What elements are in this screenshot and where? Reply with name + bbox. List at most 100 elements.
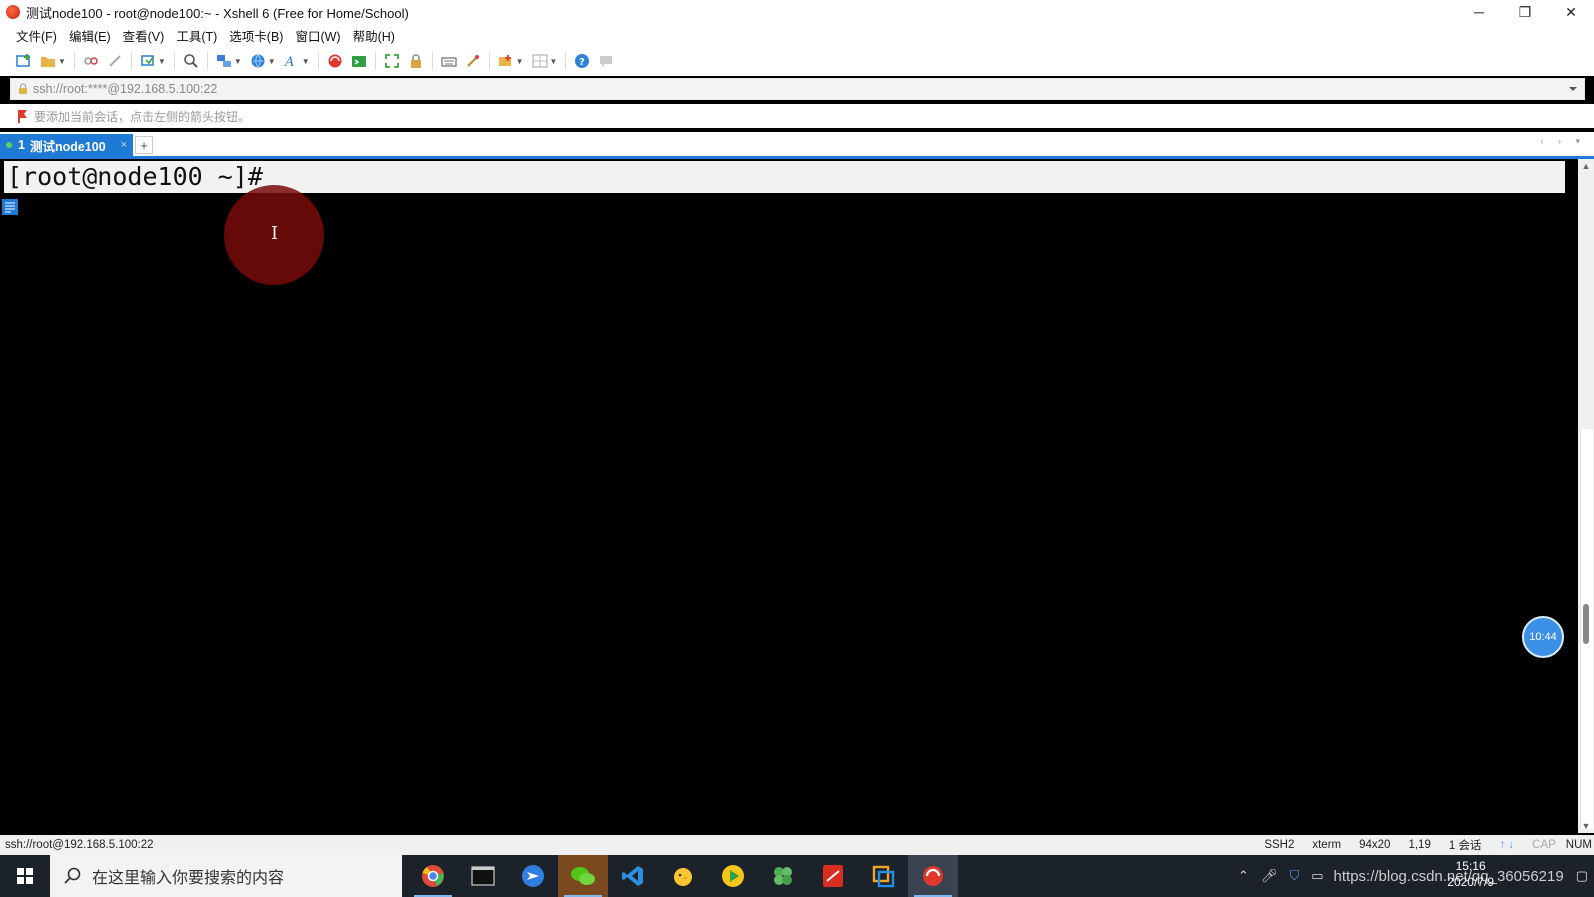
status-terminal-type: xterm: [1312, 839, 1342, 851]
vscode-app-icon[interactable]: [608, 855, 658, 897]
tab-close-icon[interactable]: ×: [121, 139, 127, 151]
clock-time: 15:16: [1455, 859, 1486, 873]
layout-dropdown-icon[interactable]: ▼: [550, 57, 558, 66]
scrollbar-grip[interactable]: [1583, 604, 1589, 644]
window-controls: ─ ❐ ✕: [1456, 0, 1594, 24]
menu-help[interactable]: 帮助(H): [347, 26, 401, 45]
terminal-area[interactable]: [root@node100 ~]# I: [0, 159, 1578, 833]
open-dropdown-icon[interactable]: ▼: [58, 57, 66, 66]
connected-status-icon: [6, 142, 12, 148]
notification-icon[interactable]: ▢: [1576, 868, 1588, 884]
windows-taskbar: 在这里输入你要搜索的内容 ⌃ 🎤︎ ⛉ ▭ https://blog.csdn.…: [0, 855, 1594, 897]
toolbar-separator: [317, 52, 319, 70]
status-cursor: 1,19: [1408, 839, 1431, 851]
font-icon[interactable]: A: [283, 52, 301, 70]
xftp-icon[interactable]: [326, 52, 344, 70]
transfer-arrows-icon: ↑ ↓: [1499, 839, 1515, 851]
address-bar[interactable]: ssh://root:****@192.168.5.100:22: [10, 78, 1585, 100]
toolbar-separator: [130, 52, 132, 70]
fullscreen-icon[interactable]: [383, 52, 401, 70]
toolbar-separator: [173, 52, 175, 70]
tab-bar: 1 测试node100 × + ‹ › ▾: [0, 132, 1594, 159]
menu-file[interactable]: 文件(F): [10, 26, 63, 45]
compose-dropdown-icon[interactable]: ▼: [516, 57, 524, 66]
network-icon[interactable]: ▭: [1311, 868, 1323, 884]
taskbar-clock[interactable]: 15:16 2020/7/9: [1447, 858, 1494, 890]
bird-app-icon[interactable]: [508, 855, 558, 897]
clock-date: 2020/7/9: [1447, 875, 1494, 889]
transfer-icon[interactable]: [215, 52, 233, 70]
start-button[interactable]: [0, 855, 50, 897]
add-tab-button[interactable]: +: [135, 136, 153, 154]
chat-icon[interactable]: [597, 52, 615, 70]
player-app-icon[interactable]: [708, 855, 758, 897]
recording-timer: 10:44: [1522, 616, 1564, 658]
wechat-app-icon[interactable]: [558, 855, 608, 897]
tab-navigation[interactable]: ‹ › ▾: [1540, 136, 1586, 147]
script-icon[interactable]: [464, 52, 482, 70]
status-connection: ssh://root@192.168.5.100:22: [5, 839, 154, 851]
reconnect-dropdown-icon[interactable]: ▼: [158, 57, 166, 66]
menu-edit[interactable]: 编辑(E): [63, 26, 117, 45]
close-button[interactable]: ✕: [1548, 0, 1594, 24]
compose-icon[interactable]: [497, 52, 515, 70]
svg-text:A: A: [284, 55, 294, 69]
disconnect-icon[interactable]: [106, 52, 124, 70]
globe-dropdown-icon[interactable]: ▼: [268, 57, 276, 66]
menu-tabs[interactable]: 选项卡(B): [223, 26, 289, 45]
toolbar-separator: [488, 52, 490, 70]
layout-icon[interactable]: [531, 52, 549, 70]
open-folder-icon[interactable]: [39, 52, 57, 70]
terminal-green-icon[interactable]: [350, 52, 368, 70]
minimize-button[interactable]: ─: [1456, 0, 1502, 24]
terminal-prompt: [root@node100 ~]#: [4, 161, 1565, 193]
restore-button[interactable]: ❐: [1502, 0, 1548, 24]
chick-app-icon[interactable]: [658, 855, 708, 897]
toolbar-separator: [73, 52, 75, 70]
menu-tools[interactable]: 工具(T): [170, 26, 223, 45]
transfer-dropdown-icon[interactable]: ▼: [234, 57, 242, 66]
lock-icon[interactable]: [407, 52, 425, 70]
tab-session-node100[interactable]: 1 测试node100 ×: [0, 134, 133, 156]
clover-app-icon[interactable]: [758, 855, 808, 897]
connect-icon[interactable]: [82, 52, 100, 70]
status-bar: ssh://root@192.168.5.100:22 SSH2 xterm 9…: [0, 835, 1594, 855]
menu-view[interactable]: 查看(V): [117, 26, 171, 45]
find-icon[interactable]: [182, 52, 200, 70]
tab-label: 测试node100: [29, 139, 106, 154]
toolbar: ▼ ▼ ▼ ▼ A ▼ ▼ ▼ ?: [0, 46, 1594, 76]
toolbar-separator: [565, 52, 567, 70]
tray-expand-icon[interactable]: ⌃: [1238, 868, 1249, 884]
windows-logo-icon: [17, 868, 33, 884]
globe-icon[interactable]: [249, 52, 267, 70]
help-icon[interactable]: ?: [573, 52, 591, 70]
bookmark-flag-icon[interactable]: [16, 109, 30, 123]
svg-text:?: ?: [579, 57, 585, 68]
teamviewer-app-icon[interactable]: [858, 855, 908, 897]
shield-icon[interactable]: ⛉: [1289, 868, 1299, 884]
menu-window[interactable]: 窗口(W): [289, 26, 346, 45]
terminal-app-icon[interactable]: [458, 855, 508, 897]
system-tray: ⌃ 🎤︎ ⛉ ▭ https://blog.csdn.net/qq_360562…: [1232, 855, 1594, 897]
status-num: NUM: [1565, 839, 1592, 851]
taskbar-search-box[interactable]: 在这里输入你要搜索的内容: [50, 855, 402, 897]
hint-text: 要添加当前会话，点击左侧的箭头按钮。: [34, 109, 251, 124]
menu-bar: 文件(F) 编辑(E) 查看(V) 工具(T) 选项卡(B) 窗口(W) 帮助(…: [0, 24, 1594, 46]
scroll-up-icon[interactable]: ▲: [1578, 159, 1594, 173]
font-dropdown-icon[interactable]: ▼: [302, 57, 310, 66]
new-session-icon[interactable]: [15, 52, 33, 70]
search-icon: [64, 867, 81, 884]
toolbar-separator: [206, 52, 208, 70]
terminal-scrollbar[interactable]: ▲ ▼: [1578, 159, 1594, 833]
compose-bar-toggle-icon[interactable]: [2, 199, 18, 215]
address-dropdown-icon[interactable]: [1568, 84, 1578, 94]
pdf-app-icon[interactable]: [808, 855, 858, 897]
address-text: ssh://root:****@192.168.5.100:22: [33, 82, 218, 96]
reconnect-icon[interactable]: [139, 52, 157, 70]
scroll-down-icon[interactable]: ▼: [1578, 819, 1594, 833]
status-protocol: SSH2: [1264, 839, 1295, 851]
xshell-taskbar-icon[interactable]: [908, 855, 958, 897]
microphone-icon[interactable]: 🎤︎: [1261, 868, 1278, 884]
chrome-app-icon[interactable]: [408, 855, 458, 897]
keyboard-icon[interactable]: [440, 52, 458, 70]
